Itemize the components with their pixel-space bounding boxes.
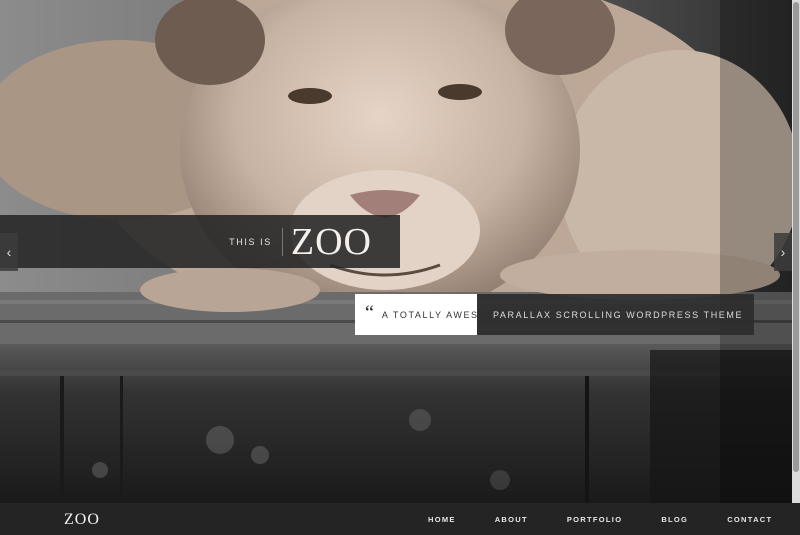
nav-item-portfolio[interactable]: PORTFOLIO xyxy=(567,515,622,524)
tagline-rest-box: PARALLAX SCROLLING WORDPRESS THEME xyxy=(477,294,754,335)
nav-item-contact[interactable]: CONTACT xyxy=(727,515,772,524)
tagline-highlight-box: “ A TOTALLY AWESOME xyxy=(355,294,502,335)
nav-item-about[interactable]: ABOUT xyxy=(495,515,528,524)
hero-title-band: THIS IS ZOO xyxy=(0,215,400,268)
scrollbar-thumb[interactable] xyxy=(793,2,799,472)
chevron-right-icon: › xyxy=(780,244,786,260)
slider-next-button[interactable]: › xyxy=(774,233,792,271)
nav-item-blog[interactable]: BLOG xyxy=(661,515,688,524)
chevron-left-icon: ‹ xyxy=(6,244,12,260)
hero-title: ZOO xyxy=(290,220,372,263)
main-navbar: ZOO HOME ABOUT PORTFOLIO BLOG CONTACT xyxy=(0,503,800,535)
hero-slider: THIS IS ZOO “ A TOTALLY AWESOME PARALLAX… xyxy=(0,0,792,503)
site-logo[interactable]: ZOO xyxy=(64,511,100,529)
main-menu: HOME ABOUT PORTFOLIO BLOG CONTACT xyxy=(410,503,800,535)
page-scrollbar[interactable] xyxy=(792,0,800,503)
tagline-rest: PARALLAX SCROLLING WORDPRESS THEME xyxy=(493,309,744,320)
hero-title-prefix: THIS IS xyxy=(229,227,283,256)
slider-prev-button[interactable]: ‹ xyxy=(0,233,18,271)
nav-item-home[interactable]: HOME xyxy=(428,515,456,524)
quote-icon: “ xyxy=(365,301,374,324)
hero-tagline: “ A TOTALLY AWESOME PARALLAX SCROLLING W… xyxy=(355,294,754,335)
